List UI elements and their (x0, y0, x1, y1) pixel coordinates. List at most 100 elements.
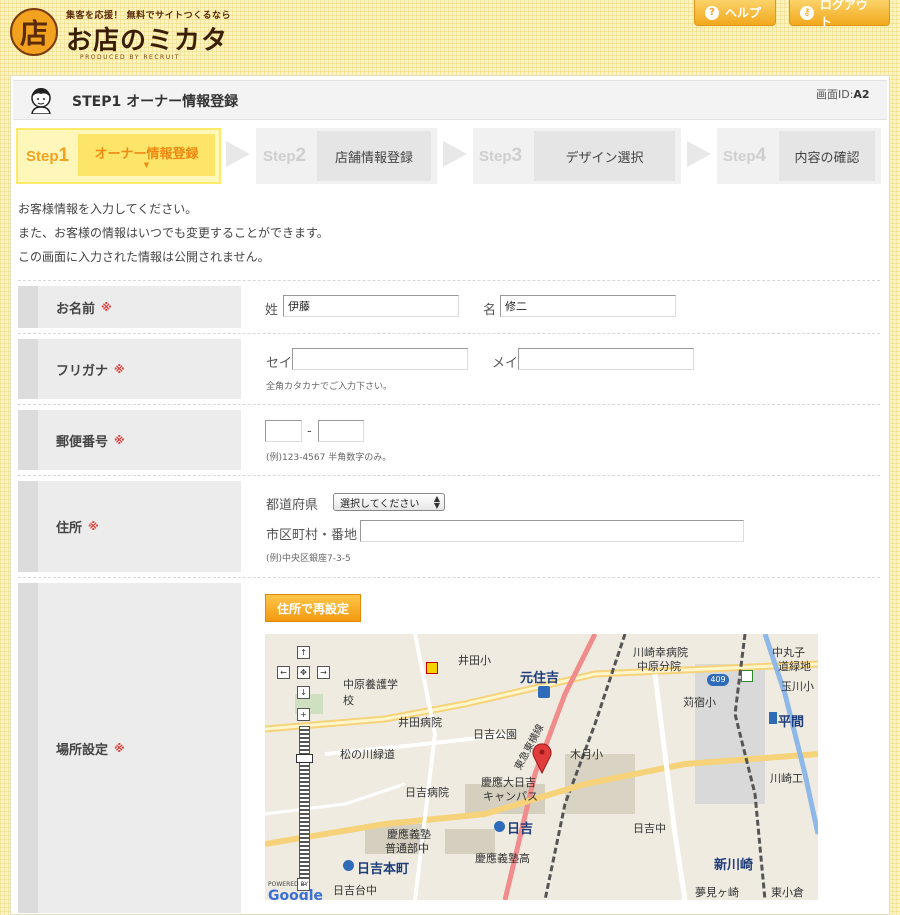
map-label: 夢見ヶ崎 (695, 886, 739, 899)
powered-by: POWERED BY (268, 881, 309, 888)
map-label: 慶應義塾高 (475, 852, 530, 865)
city-address-input[interactable] (360, 520, 744, 542)
first-name-input[interactable] (500, 295, 676, 317)
reset-by-address-button[interactable]: 住所で再設定 (265, 594, 361, 622)
logo-icon[interactable]: 店 (10, 8, 58, 56)
zoom-in-icon[interactable]: + (297, 708, 310, 721)
pan-down-icon[interactable]: ↓ (297, 686, 310, 699)
map-label: 日吉台中 (333, 884, 377, 897)
map-label: 苅宿小 (683, 696, 716, 709)
key-icon: ⚷ (800, 5, 814, 20)
intro-line: また、お客様の情報はいつでも変更することができます。 (18, 226, 329, 240)
map-label: 松の川緑道 (340, 748, 395, 761)
last-name-kana-input[interactable] (292, 348, 468, 370)
station-icon (343, 860, 354, 871)
map-marker-icon[interactable] (531, 742, 553, 774)
map-label: 中原養護学校 (343, 678, 398, 707)
location-label: 場所設定 ※ (18, 583, 241, 913)
map-label: キャンパス (483, 790, 538, 803)
map-label: 日吉公園 (473, 728, 517, 741)
postal-separator: - (307, 424, 312, 439)
convenience-store-icon (741, 670, 753, 682)
map-label: 元住吉 (520, 671, 560, 686)
map-label: 普通部中 (385, 842, 429, 855)
address-hint: (例)中央区銀座7-3-5 (266, 554, 351, 564)
store-icon (426, 662, 438, 674)
required-mark: ※ (114, 741, 125, 755)
step-3: Step3 デザイン選択 (473, 128, 681, 184)
pan-up-icon[interactable]: ↑ (297, 646, 310, 659)
map-label: 井田病院 (398, 716, 442, 729)
map-label: 新川崎 (714, 858, 754, 873)
map-label: 日吉中 (633, 822, 666, 835)
divider (18, 475, 880, 476)
postal-code-second-input[interactable] (318, 420, 364, 442)
station-icon (769, 712, 777, 724)
map-label: 中原分院 (637, 660, 681, 673)
screen-id: 画面ID:A2 (816, 88, 870, 101)
last-name-input[interactable] (283, 295, 459, 317)
station-icon (494, 821, 505, 832)
map-label: 川崎工 (770, 772, 803, 785)
postal-code-label: 郵便番号 ※ (18, 410, 241, 470)
first-name-kana-input[interactable] (518, 348, 694, 370)
step-arrow-icon (443, 141, 467, 167)
prefecture-select[interactable]: 選択してください ▲ ▼ (333, 493, 445, 511)
sei-label: 姓 (265, 303, 279, 318)
intro-line: お客様情報を入力してください。 (18, 202, 198, 216)
divider (18, 280, 880, 281)
prefecture-label: 都道府県 (266, 498, 319, 513)
logo-text[interactable]: お店のミカタ (66, 20, 228, 57)
name-label: お名前 ※ (18, 286, 241, 328)
required-mark: ※ (88, 520, 99, 533)
help-button[interactable]: ? ヘルプ (694, 0, 776, 26)
step-arrow-icon (226, 141, 250, 167)
intro-line: この画面に入力された情報は公開されません。 (18, 250, 270, 264)
sei-kana-label: セイ (266, 356, 293, 371)
zoom-slider-handle[interactable] (296, 754, 313, 763)
furigana-label: フリガナ ※ (18, 339, 241, 399)
required-mark: ※ (101, 300, 112, 314)
map-view[interactable]: ↑ ← ✥ → ↓ + − 井田小 元住吉 川崎幸病院 中原分院 中丸子 道緑地… (265, 634, 818, 900)
help-icon: ? (705, 5, 719, 20)
route-badge: 409 (707, 674, 729, 686)
zoom-slider[interactable] (299, 726, 310, 878)
address-label: 住所 ※ (18, 481, 241, 572)
google-logo: Google (268, 888, 324, 900)
map-label: 玉川小 (781, 680, 814, 693)
divider (18, 333, 880, 334)
help-label: ヘルプ (725, 6, 762, 20)
furigana-hint: 全角カタカナでご入力下さい。 (266, 382, 393, 392)
station-icon (538, 686, 550, 698)
postal-code-hint: (例)123-4567 半角数字のみ。 (266, 453, 392, 463)
map-label: 日吉本町 (357, 862, 410, 877)
step-2: Step2 店舗情報登録 (256, 128, 437, 184)
pan-right-icon[interactable]: → (317, 666, 330, 679)
map-label: 日吉病院 (405, 786, 449, 799)
divider (18, 577, 880, 578)
map-label: 平間 (778, 715, 805, 730)
page-title: STEP1 オーナー情報登録 (72, 94, 239, 110)
step-4-label: 内容の確認 (779, 131, 875, 181)
avatar-icon (31, 88, 51, 114)
pan-center-icon[interactable]: ✥ (297, 666, 310, 679)
map-label: 道緑地 (778, 660, 811, 673)
required-mark: ※ (114, 433, 125, 447)
map-label: 木月小 (570, 748, 603, 761)
logout-label: ログアウト (819, 0, 868, 29)
mei-kana-label: メイ (492, 356, 519, 371)
select-arrows-icon: ▲ ▼ (433, 494, 440, 510)
mei-label: 名 (483, 303, 497, 318)
logout-button[interactable]: ⚷ ログアウト (789, 0, 890, 29)
step-3-label: デザイン選択 (534, 131, 675, 181)
logo-produced-by: PRODUCED BY RECRUIT (80, 54, 181, 61)
step-4: Step4 内容の確認 (717, 128, 881, 184)
step-1: Step1 オーナー情報登録 ▼ (16, 128, 221, 184)
pan-left-icon[interactable]: ← (277, 666, 290, 679)
step-arrow-icon (687, 141, 711, 167)
required-mark: ※ (114, 362, 125, 376)
divider (18, 404, 880, 405)
postal-code-first-input[interactable] (265, 420, 302, 442)
map-label: 井田小 (458, 654, 491, 667)
city-label: 市区町村・番地 (266, 528, 358, 543)
